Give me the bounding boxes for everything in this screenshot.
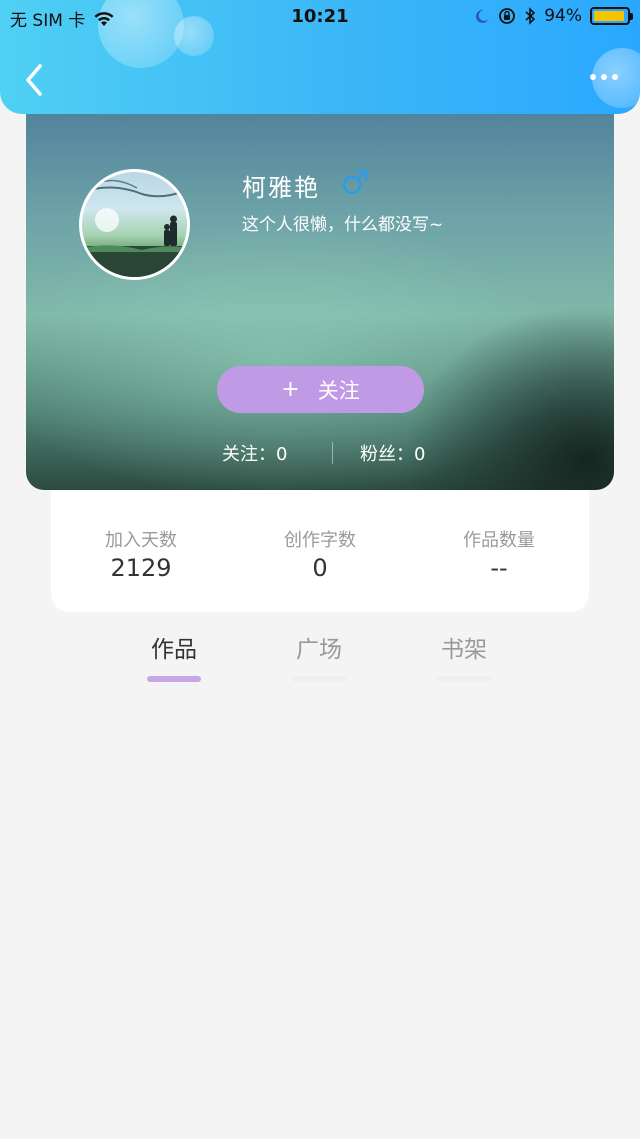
more-dot-icon bbox=[601, 74, 607, 80]
works-count-stat: 作品数量 -- bbox=[409, 526, 589, 582]
tab-works-indicator bbox=[147, 676, 201, 682]
works-count-label: 作品数量 bbox=[463, 530, 535, 551]
plus-icon: + bbox=[281, 377, 300, 402]
profile-page: 无 SIM 卡 10:21 94% 柯雅艳 这个人很懒，什么都没写~ + 关注 … bbox=[0, 0, 640, 1139]
battery-percent: 94% bbox=[544, 6, 582, 26]
content-tabs: 作品 广场 书架 bbox=[0, 630, 640, 682]
tab-works-label: 作品 bbox=[151, 637, 197, 663]
tab-square[interactable]: 广场 bbox=[269, 630, 369, 682]
follow-button[interactable]: + 关注 bbox=[217, 366, 424, 413]
user-bio: 这个人很懒，什么都没写~ bbox=[242, 215, 444, 235]
word-count-stat: 创作字数 0 bbox=[230, 526, 410, 582]
tab-works[interactable]: 作品 bbox=[124, 630, 224, 682]
battery-fill bbox=[594, 11, 625, 21]
stats-divider bbox=[332, 442, 333, 464]
fans-count[interactable]: 粉丝：0 bbox=[360, 440, 425, 466]
user-name: 柯雅艳 bbox=[242, 174, 320, 202]
back-button[interactable] bbox=[20, 62, 50, 98]
male-symbol-icon bbox=[342, 169, 368, 195]
join-days-label: 加入天数 bbox=[105, 530, 177, 551]
follow-button-label: 关注 bbox=[317, 378, 360, 403]
word-count-value: 0 bbox=[312, 554, 328, 582]
avatar-scene-image bbox=[82, 179, 187, 277]
tab-square-indicator bbox=[292, 676, 346, 682]
bluetooth-icon bbox=[525, 7, 536, 25]
follow-stats: 关注：0 粉丝：0 bbox=[26, 438, 614, 466]
more-dot-icon bbox=[590, 74, 596, 80]
header-bar: 无 SIM 卡 10:21 94% bbox=[0, 0, 640, 114]
status-right: 94% bbox=[474, 6, 633, 26]
avatar[interactable] bbox=[79, 169, 190, 280]
tab-bookshelf-label: 书架 bbox=[441, 637, 487, 663]
join-days-value: 2129 bbox=[110, 554, 172, 582]
join-days-stat: 加入天数 2129 bbox=[51, 526, 231, 582]
moon-icon bbox=[476, 9, 489, 23]
info-card: 加入天数 2129 创作字数 0 作品数量 -- bbox=[51, 480, 589, 612]
rotation-lock-icon bbox=[499, 8, 516, 24]
following-count[interactable]: 关注：0 bbox=[222, 440, 287, 466]
more-button[interactable] bbox=[590, 74, 618, 80]
tab-bookshelf-indicator bbox=[437, 676, 491, 682]
works-count-value: -- bbox=[490, 554, 508, 582]
word-count-label: 创作字数 bbox=[284, 530, 356, 551]
status-bar: 无 SIM 卡 10:21 94% bbox=[0, 0, 640, 34]
more-dot-icon bbox=[612, 74, 618, 80]
tab-square-label: 广场 bbox=[296, 637, 342, 663]
profile-card: 柯雅艳 这个人很懒，什么都没写~ + 关注 关注：0 粉丝：0 bbox=[26, 100, 614, 490]
battery-icon bbox=[590, 7, 633, 25]
tab-bookshelf[interactable]: 书架 bbox=[414, 630, 514, 682]
